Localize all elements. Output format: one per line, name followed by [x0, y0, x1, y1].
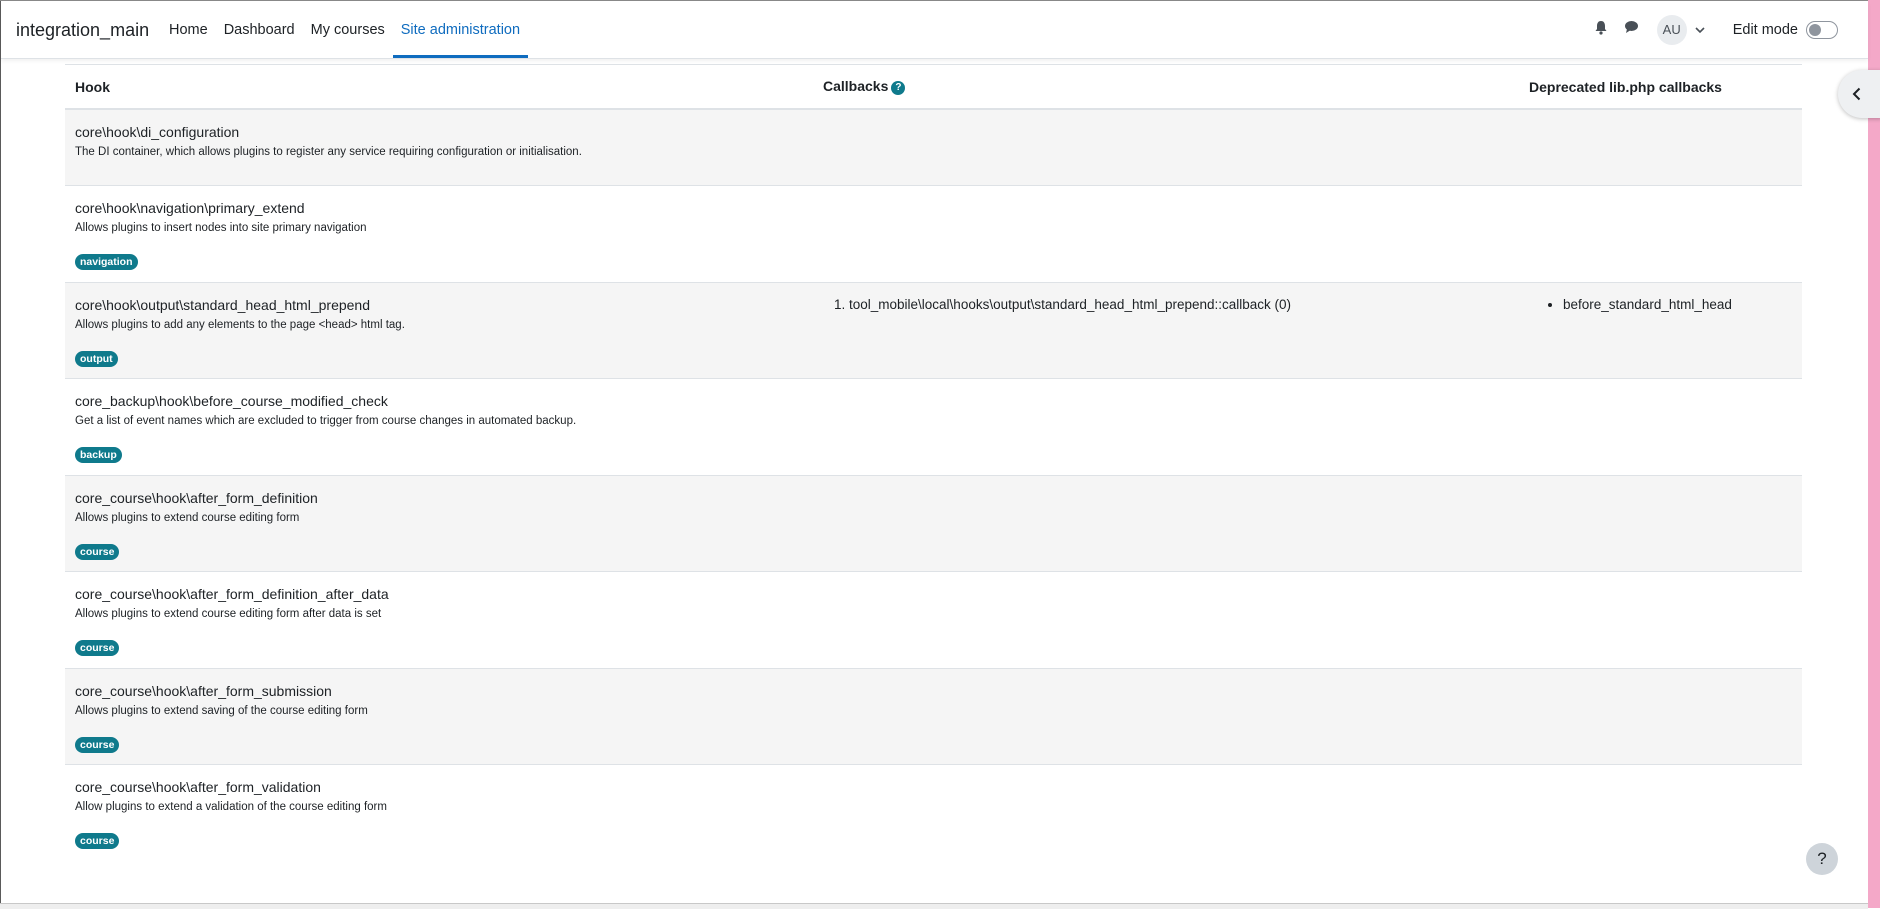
deprecated-cell: before_standard_html_head: [1519, 281, 1802, 378]
window-left-edge: [0, 0, 1, 908]
header-deprecated: Deprecated lib.php callbacks: [1519, 64, 1802, 110]
deprecated-cell: [1519, 667, 1802, 764]
avatar[interactable]: AU: [1656, 14, 1687, 45]
screen-edge-strip: [1868, 0, 1880, 908]
edit-mode-toggle[interactable]: [1806, 20, 1838, 39]
tag-badge: output: [75, 350, 118, 367]
toggle-knob: [1809, 23, 1821, 36]
hook-name: core_course\hook\after_form_submission: [75, 682, 332, 699]
hook-name: core\hook\navigation\primary_extend: [75, 199, 305, 216]
callbacks-cell: tool_mobile\local\hooks\output\standard_…: [813, 281, 1519, 378]
bell-icon[interactable]: [1594, 20, 1608, 40]
chat-icon[interactable]: [1624, 20, 1639, 39]
table-row: core\hook\output\standard_head_html_prep…: [65, 281, 1802, 378]
hook-cell: core_course\hook\after_form_definition_a…: [65, 570, 813, 668]
deprecated-cell: [1519, 377, 1802, 475]
hook-description: Allows plugins to extend course editing …: [75, 607, 382, 620]
hook-name: core\hook\di_configuration: [75, 124, 240, 140]
nav-dashboard[interactable]: Dashboard: [216, 1, 303, 58]
hook-description: The DI container, which allows plugins t…: [75, 146, 582, 158]
deprecated-cell: [1519, 474, 1802, 571]
tag-badge: backup: [75, 446, 122, 463]
nav-site-administration[interactable]: Site administration: [392, 1, 529, 58]
deprecated-cell: [1519, 108, 1802, 185]
header-callbacks: Callbacks?: [813, 64, 1519, 110]
hook-name: core\hook\output\standard_head_html_prep…: [75, 296, 370, 313]
hook-cell: core_course\hook\after_form_submission A…: [65, 667, 813, 764]
tag-badge: course: [75, 639, 120, 656]
deprecated-cell: [1519, 763, 1802, 854]
hook-cell: core_course\hook\after_form_definition A…: [65, 474, 813, 571]
chevron-left-icon: [1852, 87, 1861, 101]
hook-description: Allows plugins to add any elements to th…: [75, 318, 405, 331]
tag-badge: course: [75, 736, 120, 753]
tag-badge: course: [75, 543, 120, 560]
table-row: core\hook\di_configuration The DI contai…: [65, 108, 1802, 185]
table-row: core_course\hook\after_form_submission A…: [65, 667, 1802, 764]
callback-item: tool_mobile\local\hooks\output\standard_…: [849, 297, 1509, 312]
callbacks-cell: [813, 763, 1519, 854]
hook-name: core_backup\hook\before_course_modified_…: [75, 392, 388, 409]
hook-cell: core_backup\hook\before_course_modified_…: [65, 377, 813, 475]
nav-my-courses[interactable]: My courses: [303, 1, 393, 58]
nav-home[interactable]: Home: [161, 1, 216, 58]
callbacks-cell: [813, 184, 1519, 282]
hook-description: Get a list of event names which are excl…: [75, 414, 577, 427]
hook-name: core_course\hook\after_form_definition: [75, 489, 318, 506]
callbacks-cell: [813, 570, 1519, 668]
header-callbacks-label: Callbacks: [823, 78, 889, 95]
hook-name: core_course\hook\after_form_validation: [75, 778, 321, 795]
bottom-scrollbar[interactable]: [0, 903, 1868, 909]
hooks-table: Hook Callbacks? Deprecated lib.php callb…: [65, 64, 1802, 854]
user-navigation: AU Edit mode: [1594, 1, 1838, 58]
hook-description: Allows plugins to extend saving of the c…: [75, 704, 368, 717]
table-row: core_course\hook\after_form_validation A…: [65, 763, 1802, 854]
help-icon[interactable]: ?: [891, 80, 906, 95]
chevron-down-icon[interactable]: [1695, 21, 1705, 39]
table-row: core\hook\navigation\primary_extend Allo…: [65, 184, 1802, 282]
top-navbar: integration_main Home Dashboard My cours…: [1, 1, 1868, 59]
hook-cell: core_course\hook\after_form_validation A…: [65, 763, 813, 854]
callbacks-cell: [813, 474, 1519, 571]
hook-description: Allows plugins to extend course editing …: [75, 511, 300, 524]
hook-cell: core\hook\navigation\primary_extend Allo…: [65, 184, 813, 282]
primary-navigation: Home Dashboard My courses Site administr…: [161, 1, 529, 58]
hook-cell: core\hook\output\standard_head_html_prep…: [65, 281, 813, 378]
callbacks-cell: [813, 108, 1519, 185]
hook-name: core_course\hook\after_form_definition_a…: [75, 585, 389, 602]
tag-badge: course: [75, 832, 120, 849]
header-hook: Hook: [65, 64, 813, 110]
tag-badge: navigation: [75, 253, 138, 270]
deprecated-cell: [1519, 570, 1802, 668]
hook-description: Allows plugins to insert nodes into site…: [75, 221, 367, 234]
open-drawer-button[interactable]: [1838, 70, 1880, 118]
edit-mode-label: Edit mode: [1732, 21, 1798, 38]
hook-cell: core\hook\di_configuration The DI contai…: [65, 108, 813, 185]
table-row: core_backup\hook\before_course_modified_…: [65, 377, 1802, 475]
hook-description: Allow plugins to extend a validation of …: [75, 800, 387, 813]
callbacks-cell: [813, 667, 1519, 764]
table-row: core_course\hook\after_form_definition_a…: [65, 570, 1802, 668]
deprecated-cell: [1519, 184, 1802, 282]
table-row: core_course\hook\after_form_definition A…: [65, 474, 1802, 571]
deprecated-item: before_standard_html_head: [1563, 297, 1792, 312]
deprecated-list: before_standard_html_head: [1529, 297, 1792, 312]
callbacks-cell: [813, 377, 1519, 475]
site-brand[interactable]: integration_main: [16, 20, 149, 41]
table-header-row: Hook Callbacks? Deprecated lib.php callb…: [65, 64, 1802, 110]
help-button[interactable]: ?: [1806, 843, 1838, 875]
callbacks-list: tool_mobile\local\hooks\output\standard_…: [823, 297, 1509, 312]
